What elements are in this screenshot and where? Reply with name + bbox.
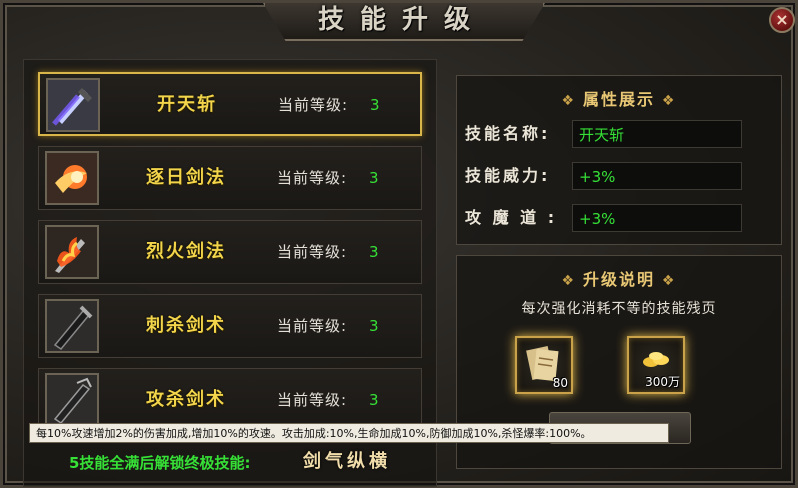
skill-row-kaitianzhan[interactable]: 开天斩 当前等级: 3: [38, 72, 422, 136]
ultimate-skill-name: 剑气纵横: [303, 451, 391, 472]
ornament-icon: ❖: [655, 273, 677, 289]
attr-value-attack: +3%: [572, 204, 742, 232]
level-label: 当前等级:: [278, 96, 349, 114]
skill-row-liehuo[interactable]: 烈火剑法 当前等级: 3: [38, 220, 422, 284]
window-title: 技能升级: [317, 5, 486, 35]
attr-label-attack: 攻 魔 道 :: [465, 208, 558, 227]
attr-label-skill-power: 技能威力:: [465, 166, 551, 185]
attr-value-skill-name: 开天斩: [572, 120, 742, 148]
ultimate-unlock-note: 5技能全满后解锁终极技能:: [69, 454, 251, 472]
sword-slash-purple-icon: [46, 78, 100, 132]
skill-name: 烈火剑法: [146, 241, 226, 262]
attribute-panel-title: 属性展示: [582, 90, 655, 109]
attack-sword-icon: [45, 373, 99, 427]
upgrade-panel-header: ❖ 升级说明 ❖: [457, 266, 781, 290]
skill-row-zhuri[interactable]: 逐日剑法 当前等级: 3: [38, 146, 422, 210]
thrust-sword-icon: [45, 299, 99, 353]
ornament-icon: ❖: [561, 93, 583, 109]
attr-label-skill-name: 技能名称:: [465, 124, 551, 143]
upgrade-panel-title: 升级说明: [582, 270, 655, 289]
cost-count: 300万: [645, 375, 680, 389]
skill-tooltip: 每10%攻速增加2%的伤害加成,增加10%的攻速。攻击加成:10%,生命加成10…: [29, 423, 669, 443]
level-label: 当前等级:: [277, 169, 348, 187]
level-label: 当前等级:: [277, 317, 348, 335]
skill-name: 开天斩: [157, 94, 217, 115]
attribute-panel-header: ❖ 属性展示 ❖: [457, 86, 781, 110]
attr-value-skill-power: +3%: [572, 162, 742, 190]
cost-item-gold[interactable]: 300万: [627, 336, 685, 394]
skill-upgrade-window: 技能升级 × 开天斩 当前等级: 3 逐日剑法 当前等级: 3 烈火剑法 当前等…: [0, 0, 798, 488]
cost-item-skill-pages[interactable]: 80: [515, 336, 573, 394]
ornament-icon: ❖: [655, 93, 677, 109]
skill-name: 刺杀剑术: [146, 315, 226, 336]
ornament-icon: ❖: [561, 273, 583, 289]
level-value: 3: [369, 169, 379, 187]
upgrade-description: 每次强化消耗不等的技能残页: [521, 301, 717, 317]
skill-name: 逐日剑法: [146, 167, 226, 188]
level-value: 3: [369, 317, 379, 335]
close-button[interactable]: ×: [769, 7, 795, 33]
level-label: 当前等级:: [277, 243, 348, 261]
flame-sword-icon: [45, 225, 99, 279]
sun-fire-slash-icon: [45, 151, 99, 205]
level-value: 3: [370, 96, 380, 114]
cost-count: 80: [552, 376, 568, 390]
attribute-panel: ❖ 属性展示 ❖ 技能名称: 开天斩 技能威力: +3% 攻 魔 道 : +3%: [456, 75, 782, 245]
skill-row-cisha[interactable]: 刺杀剑术 当前等级: 3: [38, 294, 422, 358]
level-value: 3: [369, 243, 379, 261]
